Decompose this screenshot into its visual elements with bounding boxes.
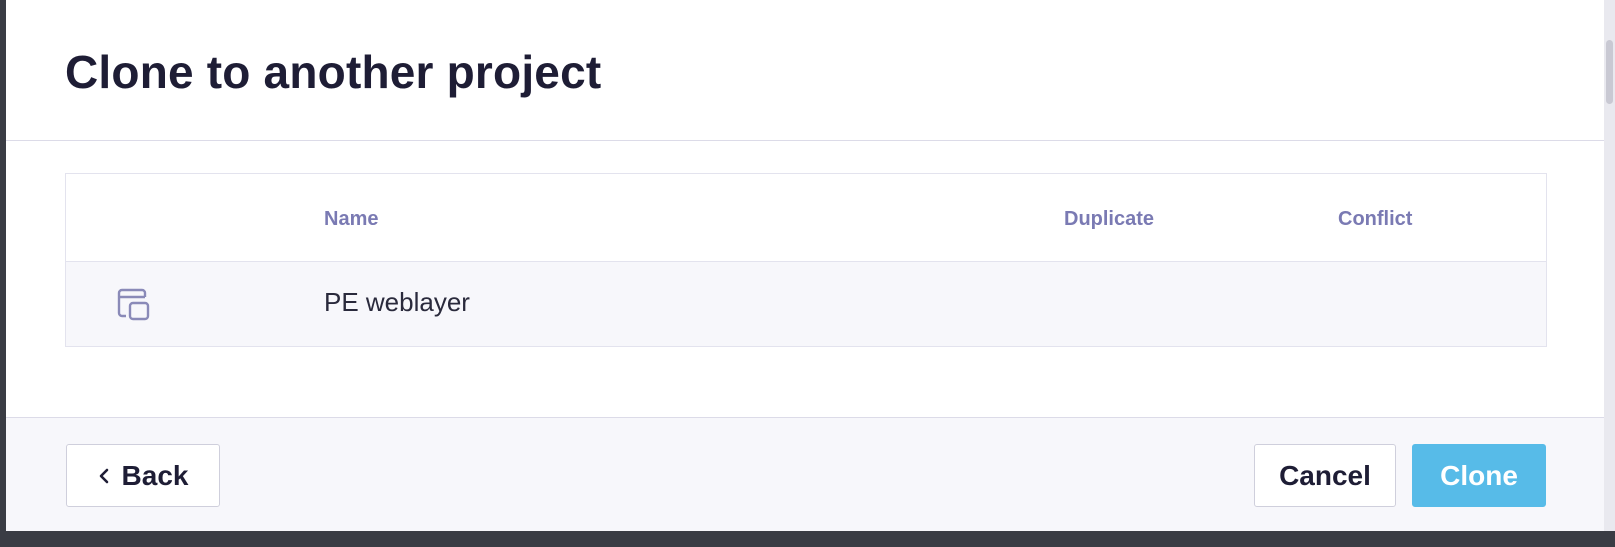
clone-button[interactable]: Clone	[1412, 444, 1546, 507]
column-header-name: Name	[324, 208, 379, 230]
dialog-header: Clone to another project	[6, 0, 1604, 141]
chevron-left-icon	[98, 467, 110, 485]
table-header: Name Duplicate Conflict	[66, 174, 1546, 262]
row-name-cell: PE weblayer	[324, 287, 470, 317]
column-header-conflict: Conflict	[1338, 208, 1413, 230]
items-table: Name Duplicate Conflict PE weblayer	[65, 173, 1547, 347]
back-button[interactable]: Back	[66, 444, 220, 507]
dialog-title: Clone to another project	[65, 46, 602, 98]
table-row: PE weblayer	[66, 262, 1546, 346]
dialog-footer: Back Cancel Clone	[6, 417, 1604, 531]
back-button-label: Back	[121, 459, 189, 491]
cancel-button[interactable]: Cancel	[1254, 444, 1396, 507]
backdrop	[0, 531, 1615, 547]
scrollbar[interactable]	[1604, 0, 1615, 531]
window-copy-icon	[117, 288, 151, 322]
scrollbar-thumb[interactable]	[1606, 40, 1613, 104]
clone-dialog: Clone to another project Name Duplicate …	[6, 0, 1604, 531]
column-header-duplicate: Duplicate	[1064, 208, 1155, 230]
